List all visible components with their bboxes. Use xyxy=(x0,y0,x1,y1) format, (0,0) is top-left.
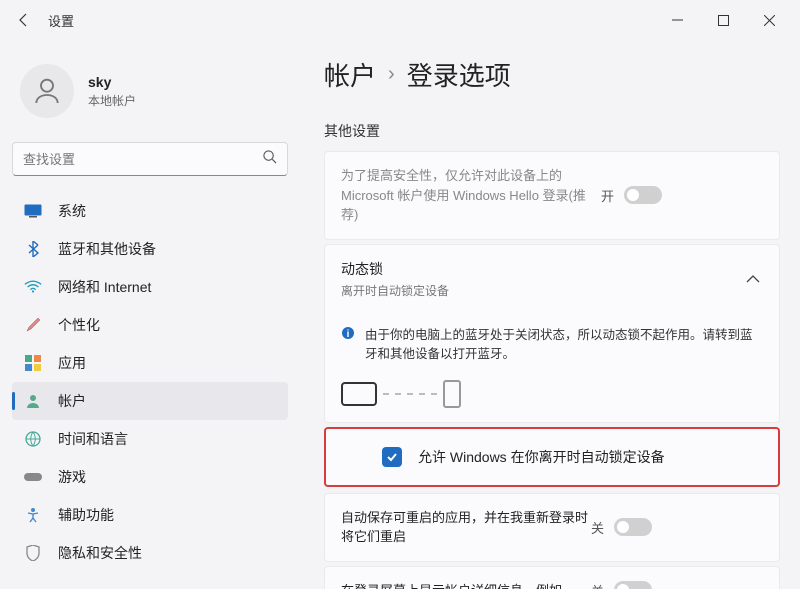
nav-label: 个性化 xyxy=(58,315,100,335)
breadcrumb-current: 登录选项 xyxy=(407,56,511,93)
nav-label: 应用 xyxy=(58,353,86,373)
sidebar-item-accessibility[interactable]: 辅助功能 xyxy=(12,496,288,534)
details-state: 关 xyxy=(591,581,604,589)
nav-label: 系统 xyxy=(58,201,86,221)
nav-label: 辅助功能 xyxy=(58,505,114,525)
profile-name: sky xyxy=(88,74,136,90)
dynlock-sub: 离开时自动锁定设备 xyxy=(341,282,743,300)
person-icon xyxy=(24,392,42,410)
wifi-icon xyxy=(24,278,42,296)
sidebar-item-time[interactable]: 时间和语言 xyxy=(12,420,288,458)
info-icon: i xyxy=(341,326,355,362)
sidebar-item-gaming[interactable]: 游戏 xyxy=(12,458,288,496)
back-button[interactable] xyxy=(8,4,40,36)
device-pairing-row xyxy=(325,372,779,422)
hello-state: 开 xyxy=(601,186,614,205)
shield-icon xyxy=(24,544,42,562)
hello-text: 为了提高安全性，仅允许对此设备上的 Microsoft 帐户使用 Windows… xyxy=(341,166,601,225)
sidebar-item-personalization[interactable]: 个性化 xyxy=(12,306,288,344)
nav-label: 游戏 xyxy=(58,467,86,487)
autosave-toggle[interactable] xyxy=(614,518,652,536)
bluetooth-icon xyxy=(24,240,42,258)
breadcrumb: 帐户 › 登录选项 xyxy=(324,56,780,93)
brush-icon xyxy=(24,316,42,334)
minimize-button[interactable] xyxy=(654,4,700,36)
nav-label: 隐私和安全性 xyxy=(58,543,142,563)
info-banner: i 由于你的电脑上的蓝牙处于关闭状态，所以动态锁不起作用。请转到蓝牙和其他设备以… xyxy=(325,314,779,372)
close-button[interactable] xyxy=(746,4,792,36)
details-text: 在登录屏幕上显示帐户详细信息，例如 xyxy=(341,581,591,589)
sidebar-item-system[interactable]: 系统 xyxy=(12,192,288,230)
globe-icon xyxy=(24,430,42,448)
accessibility-icon xyxy=(24,506,42,524)
nav-label: 网络和 Internet xyxy=(58,277,151,297)
search-input[interactable] xyxy=(23,152,262,167)
svg-text:i: i xyxy=(347,329,350,340)
nav-label: 蓝牙和其他设备 xyxy=(58,239,156,259)
avatar xyxy=(20,64,74,118)
dynlock-title: 动态锁 xyxy=(341,259,743,280)
hello-card: 为了提高安全性，仅允许对此设备上的 Microsoft 帐户使用 Windows… xyxy=(324,151,780,240)
apps-icon xyxy=(24,354,42,372)
sidebar-item-apps[interactable]: 应用 xyxy=(12,344,288,382)
details-card: 在登录屏幕上显示帐户详细信息，例如 关 xyxy=(324,566,780,589)
profile-block[interactable]: sky 本地帐户 xyxy=(12,48,288,138)
allow-lock-label: 允许 Windows 在你离开时自动锁定设备 xyxy=(418,447,665,467)
window-title: 设置 xyxy=(48,11,74,30)
info-text: 由于你的电脑上的蓝牙处于关闭状态，所以动态锁不起作用。请转到蓝牙和其他设备以打开… xyxy=(365,324,763,362)
allow-lock-checkbox[interactable] xyxy=(382,447,402,467)
chevron-up-icon[interactable] xyxy=(743,270,763,288)
section-other: 其他设置 xyxy=(324,121,780,141)
maximize-button[interactable] xyxy=(700,4,746,36)
breadcrumb-parent[interactable]: 帐户 xyxy=(324,56,376,93)
chevron-right-icon: › xyxy=(388,63,395,86)
nav-label: 帐户 xyxy=(58,391,86,411)
phone-icon xyxy=(443,380,461,408)
system-icon xyxy=(24,202,42,220)
sidebar-item-accounts[interactable]: 帐户 xyxy=(12,382,288,420)
laptop-icon xyxy=(341,382,377,406)
gamepad-icon xyxy=(24,468,42,486)
details-toggle[interactable] xyxy=(614,581,652,589)
dynamic-lock-header[interactable]: 动态锁 离开时自动锁定设备 xyxy=(325,245,779,314)
autosave-card: 自动保存可重启的应用，并在我重新登录时将它们重启 关 xyxy=(324,493,780,562)
autosave-text: 自动保存可重启的应用，并在我重新登录时将它们重启 xyxy=(341,508,591,547)
allow-lock-card: 允许 Windows 在你离开时自动锁定设备 xyxy=(324,427,780,487)
profile-sub: 本地帐户 xyxy=(88,92,136,109)
sidebar-item-network[interactable]: 网络和 Internet xyxy=(12,268,288,306)
search-icon xyxy=(262,149,277,169)
hello-toggle[interactable] xyxy=(624,186,662,204)
nav-label: 时间和语言 xyxy=(58,429,128,449)
search-box[interactable] xyxy=(12,142,288,176)
sidebar-item-privacy[interactable]: 隐私和安全性 xyxy=(12,534,288,572)
sidebar-item-bluetooth[interactable]: 蓝牙和其他设备 xyxy=(12,230,288,268)
autosave-state: 关 xyxy=(591,518,604,537)
